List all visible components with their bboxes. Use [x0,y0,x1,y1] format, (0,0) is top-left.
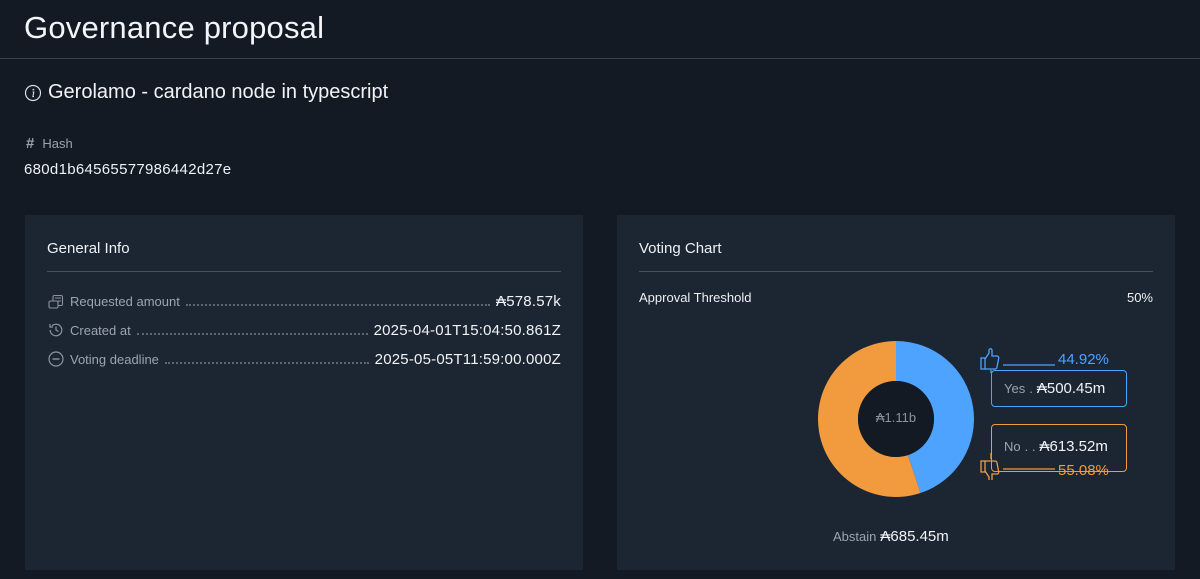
requested-amount-label: Requested amount [70,293,180,309]
donut-total: ₳1.11b [875,410,917,425]
abstain-summary: Abstain ₳685.45m [833,528,949,545]
leader-dots: . . [1024,438,1036,454]
hash-value: 680d1b64565577986442d27e [24,161,232,178]
coins-icon [48,294,64,309]
title-divider [0,58,1200,59]
voting-chart-title: Voting Chart [639,240,722,257]
hash-label: # Hash [26,135,73,152]
proposal-title: Gerolamo - cardano node in typescript [48,81,389,103]
page-title: Governance proposal [24,10,325,45]
requested-amount-row: Requested amount ₳578.57k [47,291,561,311]
no-percentage: 55.08% [1058,462,1109,479]
leader-dots: . [1029,381,1033,396]
no-value: ₳613.52m [1039,437,1108,455]
voting-deadline-row: Voting deadline 2025-05-05T11:59:00.000Z [47,349,561,369]
yes-votes-box: Yes . ₳500.45m [991,370,1127,407]
leader-dots [164,361,369,364]
leader-dots [185,303,491,306]
abstain-value: ₳685.45m [880,528,949,545]
abstain-label: Abstain [833,529,877,544]
yes-value: ₳500.45m [1036,380,1106,397]
thumbs-up-icon [980,348,1000,370]
created-at-label: Created at [70,322,131,338]
info-icon[interactable] [24,84,42,102]
voting-chart-card: Voting Chart Approval Threshold 50% ₳1.1… [617,215,1175,570]
card-divider [639,271,1153,272]
hash-label-text: Hash [42,136,73,151]
voting-deadline-value: 2025-05-05T11:59:00.000Z [374,350,561,368]
general-info-card: General Info Requested amount ₳578.57k C… [25,215,583,570]
yes-percentage: 44.92% [1058,351,1109,368]
created-at-row: Created at 2025-04-01T15:04:50.861Z [47,320,561,340]
approval-threshold-value: 50% [1126,290,1153,305]
proposal-heading: Gerolamo - cardano node in typescript [24,81,388,104]
card-divider [47,271,561,272]
voting-deadline-label: Voting deadline [70,351,159,367]
no-label: No [1004,438,1021,454]
minus-circle-icon [48,351,64,367]
leader-dots [136,332,368,335]
created-at-value: 2025-04-01T15:04:50.861Z [373,321,561,339]
requested-amount-value: ₳578.57k [496,292,561,310]
approval-threshold-label: Approval Threshold [639,290,752,305]
general-info-title: General Info [47,240,130,257]
hash-icon: # [26,135,35,152]
yes-label: Yes [1004,381,1026,396]
history-icon [49,323,63,337]
